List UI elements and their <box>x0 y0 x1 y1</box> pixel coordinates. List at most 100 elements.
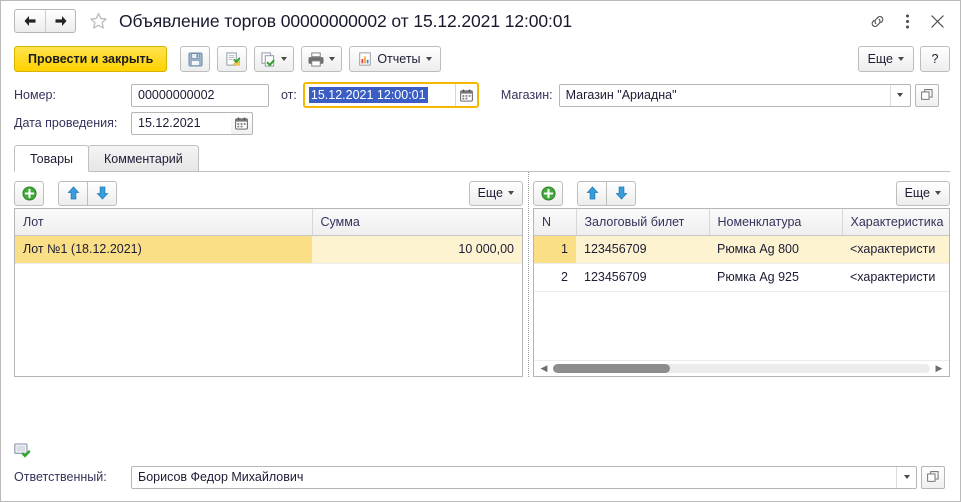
items-cell-n[interactable]: 2 <box>534 263 576 292</box>
number-label: Номер: <box>14 88 56 102</box>
printer-icon <box>308 51 324 67</box>
lots-col-lot[interactable]: Лот <box>15 209 313 236</box>
scroll-left-arrow-icon[interactable]: ◀ <box>538 363 550 374</box>
items-more-button[interactable]: Еще <box>895 180 950 206</box>
post-document-button[interactable] <box>217 46 248 72</box>
link-button[interactable] <box>864 9 890 33</box>
items-cell-item[interactable]: Рюмка Ag 800 <box>709 235 842 264</box>
items-cell-ticket[interactable]: 123456709 <box>576 263 709 292</box>
open-window-icon <box>920 89 933 100</box>
table-row[interactable]: 1 123456709 Рюмка Ag 800 <характеристи <box>534 235 949 264</box>
grids-area: Еще Лот Сумма Лот №1 (18.12.2021) 10 000… <box>14 172 950 377</box>
more-label: Еще <box>867 52 893 66</box>
back-button[interactable] <box>15 10 45 32</box>
arrow-up-blue-icon <box>67 186 79 200</box>
chevron-down-icon <box>329 57 336 61</box>
title-bar: Объявление торгов 00000000002 от 15.12.2… <box>1 1 960 41</box>
post-and-close-button[interactable]: Провести и закрыть <box>14 46 168 72</box>
save-button[interactable] <box>180 46 211 72</box>
lots-cell-lot[interactable]: Лот №1 (18.12.2021) <box>15 235 312 264</box>
items-cell-n[interactable]: 1 <box>534 235 576 264</box>
shop-input-value: Магазин "Ариадна" <box>565 88 677 102</box>
lots-add-button[interactable] <box>14 180 44 206</box>
lots-col-sum[interactable]: Сумма <box>312 209 522 236</box>
lots-move-up-button[interactable] <box>58 180 88 206</box>
posting-date-calendar-button[interactable] <box>231 111 253 135</box>
shop-open-button[interactable] <box>914 83 939 107</box>
calendar-icon <box>460 89 473 102</box>
lots-grid[interactable]: Лот Сумма Лот №1 (18.12.2021) 10 000,00 <box>14 208 523 377</box>
close-button[interactable] <box>924 9 950 33</box>
reports-label: Отчеты <box>377 52 421 66</box>
number-input[interactable]: 00000000002 <box>131 83 269 107</box>
reports-button[interactable]: Отчеты <box>349 46 441 72</box>
add-green-plus-icon <box>540 185 556 201</box>
shop-input[interactable]: Магазин "Ариадна" <box>558 83 911 107</box>
table-row[interactable]: 2 123456709 Рюмка Ag 925 <характеристи <box>534 263 949 292</box>
forward-button[interactable] <box>45 10 75 32</box>
items-cell-char[interactable]: <характеристи <box>842 263 949 292</box>
document-window: Объявление торгов 00000000002 от 15.12.2… <box>0 0 961 502</box>
date-label: от: <box>281 88 297 102</box>
items-col-item[interactable]: Номенклатура <box>709 209 843 236</box>
items-grid[interactable]: N Залоговый билет Номенклатура Характери… <box>533 208 950 377</box>
items-move-up-button[interactable] <box>577 180 607 206</box>
items-cell-char[interactable]: <характеристи <box>842 235 949 264</box>
scrollbar-thumb[interactable] <box>553 364 670 373</box>
items-add-button[interactable] <box>533 180 563 206</box>
window-check-icon <box>14 443 31 458</box>
responsible-open-button[interactable] <box>921 465 945 489</box>
items-horizontal-scrollbar[interactable]: ◀ ▶ <box>534 360 949 376</box>
arrow-down-blue-icon <box>96 186 108 200</box>
responsible-input-value: Борисов Федор Михайлович <box>138 470 304 484</box>
date-calendar-button[interactable] <box>454 84 477 106</box>
chevron-down-icon <box>935 191 941 195</box>
tab-goods[interactable]: Товары <box>14 145 89 172</box>
header-fields: Номер: 00000000002 от: 15.12.2021 12:00:… <box>1 77 960 137</box>
posting-date-input[interactable]: 15.12.2021 <box>131 111 231 135</box>
tab-comment[interactable]: Комментарий <box>88 145 199 171</box>
table-row[interactable]: Лот №1 (18.12.2021) 10 000,00 <box>15 235 522 264</box>
more-menu-button[interactable] <box>894 9 920 33</box>
date-input-focused[interactable]: 15.12.2021 12:00:01 <box>302 82 479 108</box>
items-col-ticket[interactable]: Залоговый билет <box>576 209 710 236</box>
responsible-dropdown-button[interactable] <box>896 466 916 488</box>
page-title: Объявление торгов 00000000002 от 15.12.2… <box>119 10 573 31</box>
command-bar: Провести и закрыть Отчеты Еще ? <box>1 41 960 77</box>
report-chart-icon <box>359 52 372 66</box>
window-controls <box>864 9 950 33</box>
close-icon <box>930 14 944 28</box>
chevron-down-icon <box>903 475 910 479</box>
kebab-menu-icon <box>905 14 909 28</box>
create-based-on-icon <box>261 51 275 67</box>
star-icon <box>89 12 107 29</box>
print-button[interactable] <box>301 46 343 72</box>
lots-cell-sum[interactable]: 10 000,00 <box>312 235 522 264</box>
lots-header-row: Лот Сумма <box>15 209 522 236</box>
arrow-left-icon <box>24 16 36 26</box>
chevron-down-icon <box>508 191 514 195</box>
lots-more-button[interactable]: Еще <box>468 180 523 206</box>
floppy-save-icon <box>188 51 203 67</box>
scrollbar-track[interactable] <box>553 364 930 373</box>
items-cell-item[interactable]: Рюмка Ag 925 <box>709 263 842 292</box>
items-col-char[interactable]: Характеристика <box>842 209 949 236</box>
arrow-right-icon <box>55 16 66 26</box>
chevron-down-icon <box>897 93 904 97</box>
lots-table: Лот Сумма Лот №1 (18.12.2021) 10 000,00 <box>15 209 522 264</box>
responsible-input[interactable]: Борисов Федор Михайлович <box>131 465 917 489</box>
help-button[interactable]: ? <box>920 46 950 72</box>
panel-splitter[interactable] <box>523 172 533 377</box>
lots-move-down-button[interactable] <box>87 180 117 206</box>
posting-date-field: 15.12.2021 <box>131 111 253 135</box>
favorite-button[interactable] <box>87 10 109 32</box>
items-col-n[interactable]: N <box>534 209 577 236</box>
command-bar-right: Еще ? <box>857 46 950 72</box>
items-cell-ticket[interactable]: 123456709 <box>576 235 709 264</box>
more-button[interactable]: Еще <box>857 46 914 72</box>
shop-dropdown-button[interactable] <box>889 84 910 106</box>
create-based-on-button[interactable] <box>254 46 295 72</box>
scroll-right-arrow-icon[interactable]: ▶ <box>933 363 945 374</box>
status-indicator <box>14 439 950 463</box>
items-move-down-button[interactable] <box>606 180 636 206</box>
